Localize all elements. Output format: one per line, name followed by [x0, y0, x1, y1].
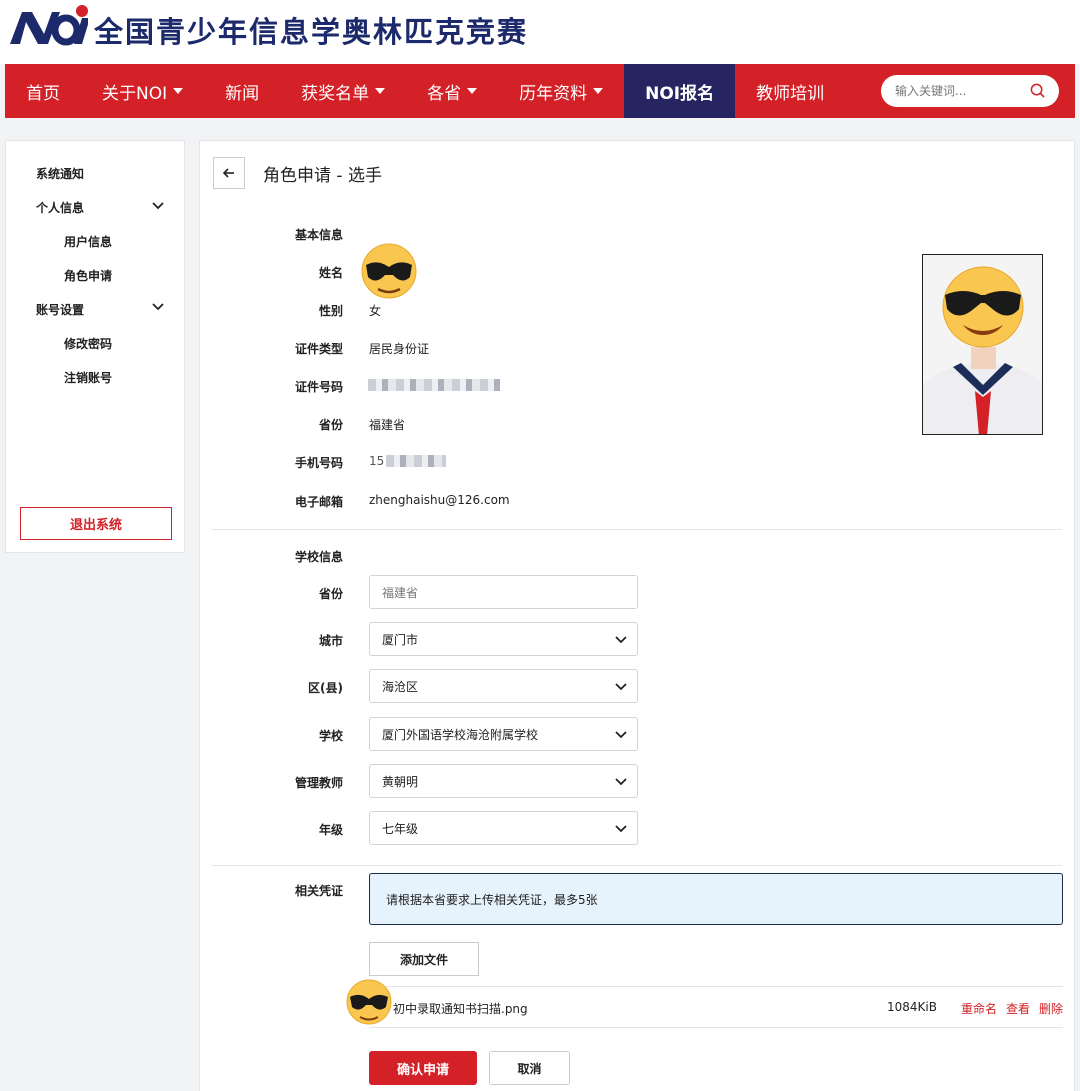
- arrow-left-icon: [223, 168, 234, 178]
- chevron-down-icon: [615, 636, 627, 644]
- province-value: 福建省: [369, 418, 406, 432]
- basic-info-section-label: 基本信息: [294, 228, 343, 242]
- sidebar-item-account-settings[interactable]: 账号设置: [36, 301, 84, 318]
- nav-archives-label: 历年资料: [519, 83, 588, 104]
- id-photo-image: [923, 255, 1042, 434]
- nav-home-label: 首页: [26, 83, 60, 104]
- school-province-field[interactable]: 福建省: [369, 575, 638, 609]
- nav-provinces-label: 各省: [427, 83, 462, 104]
- view-file-link[interactable]: 查看: [1006, 1000, 1030, 1017]
- back-button[interactable]: [213, 157, 245, 189]
- city-label: 城市: [318, 634, 343, 648]
- name-label: 姓名: [318, 266, 343, 280]
- school-province-label: 省份: [318, 587, 343, 601]
- nav-home[interactable]: 首页: [5, 64, 81, 118]
- caret-down-icon: [375, 88, 386, 94]
- search-box: [881, 75, 1059, 107]
- grade-select[interactable]: 七年级: [369, 811, 638, 845]
- id-type-value: 居民身份证: [369, 342, 430, 356]
- city-value: 厦门市: [382, 632, 419, 647]
- delete-file-link[interactable]: 删除: [1039, 1000, 1063, 1017]
- city-select[interactable]: 厦门市: [369, 622, 638, 656]
- phone-label: 手机号码: [294, 456, 343, 470]
- site-title: 全国青少年信息学奥林匹克竞赛: [94, 15, 529, 49]
- page-title: 角色申请 - 选手: [263, 166, 382, 186]
- main-panel: 角色申请 - 选手 基本信息 姓名 性别 女 证件类型 居民身份证 证件号码 省…: [199, 140, 1075, 1091]
- sunglasses-emoji-icon: [346, 979, 392, 1025]
- sidebar-item-personal-info[interactable]: 个人信息: [36, 199, 84, 216]
- id-photo: [922, 254, 1043, 435]
- credentials-section-label: 相关凭证: [294, 884, 343, 898]
- section-divider: [212, 529, 1062, 530]
- nav-teacher-training-label: 教师培训: [756, 83, 825, 104]
- district-value: 海沧区: [382, 679, 419, 694]
- grade-label: 年级: [318, 823, 343, 837]
- caret-down-icon: [593, 88, 604, 94]
- chevron-down-icon: [615, 731, 627, 739]
- chevron-down-icon: [615, 683, 627, 691]
- nav-provinces[interactable]: 各省: [406, 64, 498, 118]
- email-value: zhenghaishu@126.com: [369, 493, 510, 507]
- file-row: 初中录取通知书扫描.png 1084KiB 重命名 查看 删除: [346, 979, 1063, 1028]
- gender-value: 女: [369, 304, 382, 318]
- search-input[interactable]: [895, 84, 1015, 98]
- search-icon[interactable]: [1030, 83, 1045, 98]
- file-name: 初中录取通知书扫描.png: [393, 1002, 528, 1016]
- nav-noi-registration[interactable]: NOI报名: [624, 64, 736, 118]
- district-select[interactable]: 海沧区: [369, 669, 638, 703]
- school-value: 厦门外国语学校海沧附属学校: [382, 727, 539, 742]
- school-select[interactable]: 厦门外国语学校海沧附属学校: [369, 717, 638, 751]
- cancel-button[interactable]: 取消: [489, 1051, 570, 1085]
- main-nav: 首页 关于NOI 新闻 获奖名单 各省 历年资料 NOI报名 教师培训: [5, 64, 1075, 118]
- nav-noi-registration-label: NOI报名: [645, 83, 715, 104]
- logout-button[interactable]: 退出系统: [20, 507, 172, 540]
- teacher-value: 黄朝明: [382, 774, 419, 789]
- email-label: 电子邮箱: [294, 495, 343, 509]
- school-province-value: 福建省: [382, 585, 419, 600]
- nav-about-label: 关于NOI: [102, 83, 168, 104]
- chevron-down-icon: [615, 825, 627, 833]
- chevron-down-icon[interactable]: [152, 202, 164, 210]
- nav-archives[interactable]: 历年资料: [498, 64, 624, 118]
- site-header: 全国青少年信息学奥林匹克竞赛: [0, 0, 1080, 64]
- file-size: 1084KiB: [887, 1000, 937, 1014]
- caret-down-icon: [467, 88, 478, 94]
- id-number-redacted: [368, 379, 500, 391]
- nav-awards-label: 获奖名单: [301, 83, 370, 104]
- province-label: 省份: [318, 418, 343, 432]
- upload-notice-text: 请根据本省要求上传相关凭证，最多5张: [386, 892, 598, 907]
- sidebar-item-delete-account[interactable]: 注销账号: [64, 369, 112, 386]
- sidebar-item-system-notice[interactable]: 系统通知: [36, 165, 84, 182]
- caret-down-icon: [173, 88, 184, 94]
- sidebar-item-role-apply[interactable]: 角色申请: [64, 267, 112, 284]
- upload-notice: 请根据本省要求上传相关凭证，最多5张: [369, 873, 1063, 925]
- district-label: 区(县): [308, 681, 343, 695]
- nav-about[interactable]: 关于NOI: [81, 64, 204, 118]
- teacher-label: 管理教师: [294, 776, 343, 790]
- nav-teacher-training[interactable]: 教师培训: [735, 64, 845, 118]
- confirm-apply-button[interactable]: 确认申请: [369, 1051, 477, 1085]
- sidebar-item-user-info[interactable]: 用户信息: [64, 233, 112, 250]
- phone-prefix: 15: [369, 454, 385, 468]
- phone-redacted: [386, 455, 446, 467]
- id-type-label: 证件类型: [294, 342, 343, 356]
- sidebar: 系统通知 个人信息 用户信息 角色申请 账号设置 修改密码 注销账号 退出系统: [5, 140, 185, 553]
- chevron-down-icon[interactable]: [152, 303, 164, 311]
- section-divider: [212, 865, 1062, 866]
- gender-label: 性别: [318, 304, 343, 318]
- grade-value: 七年级: [382, 821, 419, 836]
- school-info-section-label: 学校信息: [294, 550, 343, 564]
- chevron-down-icon: [615, 778, 627, 786]
- nav-news-label: 新闻: [225, 83, 260, 104]
- rename-file-link[interactable]: 重命名: [961, 1000, 997, 1017]
- id-number-label: 证件号码: [294, 380, 343, 394]
- noi-logo[interactable]: [8, 4, 88, 48]
- add-file-button[interactable]: 添加文件: [369, 942, 479, 976]
- sidebar-item-change-password[interactable]: 修改密码: [64, 335, 112, 352]
- teacher-select[interactable]: 黄朝明: [369, 764, 638, 798]
- nav-awards[interactable]: 获奖名单: [280, 64, 406, 118]
- nav-news[interactable]: 新闻: [204, 64, 280, 118]
- school-label: 学校: [318, 729, 343, 743]
- sunglasses-emoji-icon: [361, 243, 417, 299]
